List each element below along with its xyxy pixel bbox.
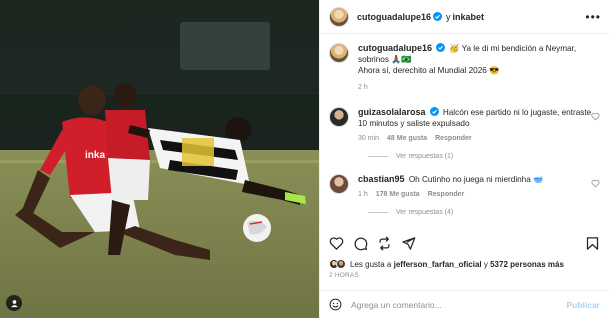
view-replies-button[interactable]: Ver respuestas (1): [368, 153, 609, 160]
verified-badge-icon: [433, 12, 443, 21]
likes-summary: Les gusta a jefferson_farfan_oficial y 5…: [329, 259, 601, 269]
comment-username[interactable]: guizasolalarosa: [358, 107, 426, 117]
post-photo[interactable]: inka: [0, 0, 319, 318]
post-authors: cutoguadalupe16 y inkabet: [357, 12, 484, 22]
liker-avatar[interactable]: [336, 259, 346, 269]
likes-text: Les gusta a jefferson_farfan_oficial y 5…: [350, 260, 564, 269]
caption-username[interactable]: cutoguadalupe16: [358, 43, 432, 53]
replies-divider: [368, 212, 388, 213]
comment-item: guizasolalarosa Halcón ese partido ni lo…: [320, 107, 609, 144]
comment-username[interactable]: cbastian95: [358, 174, 405, 184]
caption: cutoguadalupe16 🥳 Ya le di mi bendición …: [320, 35, 609, 93]
more-options-icon[interactable]: •••: [585, 10, 601, 24]
repost-icon[interactable]: [377, 236, 392, 251]
verified-badge-icon: [436, 43, 446, 52]
likes-separator: y: [483, 259, 488, 269]
author-avatar[interactable]: [329, 6, 349, 27]
caption-time: 2 h: [358, 84, 368, 91]
comment-likes[interactable]: 178 Me gusta: [376, 189, 420, 200]
comment-text: Oh Cutinho no juega ni mierdinha 🥣: [408, 175, 544, 184]
user-tag-icon[interactable]: [6, 295, 22, 311]
reply-button[interactable]: Responder: [428, 189, 465, 200]
like-comment-icon[interactable]: [591, 179, 600, 188]
view-replies-label: Ver respuestas (4): [396, 209, 454, 216]
heart-icon[interactable]: [329, 236, 344, 251]
replies-divider: [368, 156, 388, 157]
publish-comment-button[interactable]: Publicar: [566, 300, 600, 310]
post-time[interactable]: 2 HORAS: [329, 272, 359, 279]
comment-icon[interactable]: [353, 236, 368, 251]
like-comment-icon[interactable]: [591, 112, 600, 121]
comment-input[interactable]: [351, 299, 567, 310]
football-match-image: inka: [0, 0, 319, 318]
post-header: cutoguadalupe16 y inkabet •••: [320, 0, 609, 34]
author-username[interactable]: cutoguadalupe16: [357, 12, 431, 22]
comment-likes[interactable]: 48 Me gusta: [387, 133, 427, 144]
collab-separator: y: [446, 11, 451, 22]
view-replies-button[interactable]: Ver respuestas (4): [368, 209, 609, 216]
comment-time: 1 h: [358, 191, 368, 198]
share-icon[interactable]: [401, 236, 416, 251]
collaborator-username[interactable]: inkabet: [453, 12, 485, 22]
verified-badge-icon: [429, 107, 439, 116]
save-icon[interactable]: [585, 236, 600, 251]
caption-text-line2: Ahora sí, derechito al Mundial 2026 😎: [358, 66, 500, 75]
commenter-avatar[interactable]: [329, 174, 349, 194]
likes-count[interactable]: 5372 personas más: [490, 260, 564, 269]
post-details-pane: cutoguadalupe16 y inkabet ••• cutoguadal…: [319, 0, 609, 318]
view-replies-label: Ver respuestas (1): [396, 153, 454, 160]
comment-time: 30 min: [358, 135, 380, 142]
svg-text:inka: inka: [85, 150, 105, 161]
emoji-icon[interactable]: [329, 298, 342, 311]
comments-list: cutoguadalupe16 🥳 Ya le di mi bendición …: [320, 35, 609, 227]
add-comment-bar: Publicar: [320, 290, 609, 318]
reply-button[interactable]: Responder: [435, 133, 472, 144]
likes-prefix: Les gusta a: [350, 259, 392, 269]
commenter-avatar[interactable]: [329, 107, 349, 127]
liker-username[interactable]: jefferson_farfan_oficial: [394, 260, 482, 269]
comment-item: cbastian95 Oh Cutinho no juega ni mierdi…: [320, 174, 609, 200]
post-actions: [320, 234, 609, 252]
caption-avatar[interactable]: [329, 43, 349, 63]
